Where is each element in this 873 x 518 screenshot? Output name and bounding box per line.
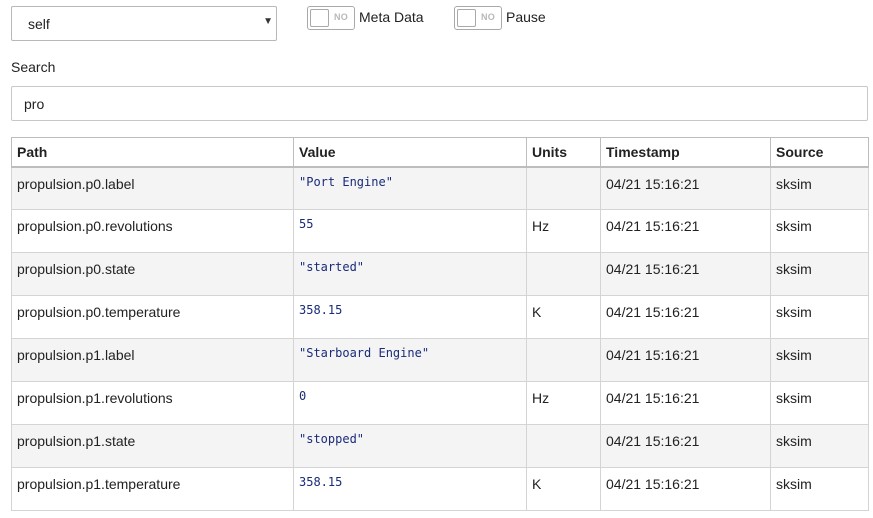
cell-units [526, 252, 601, 296]
cell-source: sksim [770, 252, 869, 296]
search-input[interactable] [11, 86, 868, 121]
cell-value: 358.15 [293, 467, 527, 511]
pause-toggle-group: NO Pause [454, 6, 546, 30]
context-select-value: self [28, 16, 50, 32]
cell-units: Hz [526, 381, 601, 425]
cell-source: sksim [770, 338, 869, 382]
cell-source: sksim [770, 295, 869, 339]
cell-value: 358.15 [293, 295, 527, 339]
cell-units: Hz [526, 209, 601, 253]
cell-source: sksim [770, 166, 869, 210]
meta-data-toggle-group: NO Meta Data [307, 6, 424, 30]
cell-value: "Starboard Engine" [293, 338, 527, 382]
context-select[interactable]: self ▼ [11, 6, 277, 41]
cell-value: 0 [293, 381, 527, 425]
table-row[interactable]: propulsion.p1.state "stopped" 04/21 15:1… [11, 424, 869, 468]
cell-source: sksim [770, 424, 869, 468]
table-row[interactable]: propulsion.p1.temperature 358.15 K 04/21… [11, 467, 869, 511]
cell-units: K [526, 295, 601, 339]
cell-source: sksim [770, 467, 869, 511]
column-header-timestamp[interactable]: Timestamp [600, 137, 771, 168]
table-row[interactable]: propulsion.p0.state "started" 04/21 15:1… [11, 252, 869, 296]
cell-source: sksim [770, 381, 869, 425]
cell-path: propulsion.p0.label [11, 166, 294, 210]
cell-timestamp: 04/21 15:16:21 [600, 467, 771, 511]
cell-path: propulsion.p1.label [11, 338, 294, 382]
table-row[interactable]: propulsion.p0.temperature 358.15 K 04/21… [11, 295, 869, 339]
meta-data-label: Meta Data [359, 9, 424, 25]
cell-path: propulsion.p1.state [11, 424, 294, 468]
column-header-value[interactable]: Value [293, 137, 527, 168]
search-label: Search [11, 59, 56, 75]
cell-value: "stopped" [293, 424, 527, 468]
pause-toggle[interactable]: NO [454, 6, 502, 30]
cell-units [526, 424, 601, 468]
table-header-row: Path Value Units Timestamp Source [11, 137, 869, 168]
cell-timestamp: 04/21 15:16:21 [600, 338, 771, 382]
cell-path: propulsion.p0.state [11, 252, 294, 296]
cell-timestamp: 04/21 15:16:21 [600, 252, 771, 296]
cell-path: propulsion.p0.revolutions [11, 209, 294, 253]
cell-source: sksim [770, 209, 869, 253]
cell-units: K [526, 467, 601, 511]
column-header-path[interactable]: Path [11, 137, 294, 168]
cell-path: propulsion.p0.temperature [11, 295, 294, 339]
cell-path: propulsion.p1.temperature [11, 467, 294, 511]
data-table: Path Value Units Timestamp Source propul… [11, 137, 869, 511]
cell-timestamp: 04/21 15:16:21 [600, 424, 771, 468]
chevron-down-icon: ▼ [263, 16, 273, 27]
cell-timestamp: 04/21 15:16:21 [600, 381, 771, 425]
column-header-source[interactable]: Source [770, 137, 869, 168]
cell-value: "Port Engine" [293, 166, 527, 210]
toggle-knob [457, 9, 476, 27]
cell-timestamp: 04/21 15:16:21 [600, 209, 771, 253]
cell-units [526, 338, 601, 382]
meta-data-toggle[interactable]: NO [307, 6, 355, 30]
cell-path: propulsion.p1.revolutions [11, 381, 294, 425]
column-header-units[interactable]: Units [526, 137, 601, 168]
cell-timestamp: 04/21 15:16:21 [600, 166, 771, 210]
table-row[interactable]: propulsion.p0.revolutions 55 Hz 04/21 15… [11, 209, 869, 253]
cell-value: 55 [293, 209, 527, 253]
toggle-state-text: NO [481, 12, 496, 22]
cell-units [526, 166, 601, 210]
toggle-knob [310, 9, 329, 27]
table-row[interactable]: propulsion.p0.label "Port Engine" 04/21 … [11, 166, 869, 210]
toggle-state-text: NO [334, 12, 349, 22]
table-row[interactable]: propulsion.p1.revolutions 0 Hz 04/21 15:… [11, 381, 869, 425]
cell-timestamp: 04/21 15:16:21 [600, 295, 771, 339]
cell-value: "started" [293, 252, 527, 296]
toolbar: self ▼ NO Meta Data NO Pause [11, 6, 861, 42]
pause-label: Pause [506, 9, 546, 25]
table-row[interactable]: propulsion.p1.label "Starboard Engine" 0… [11, 338, 869, 382]
